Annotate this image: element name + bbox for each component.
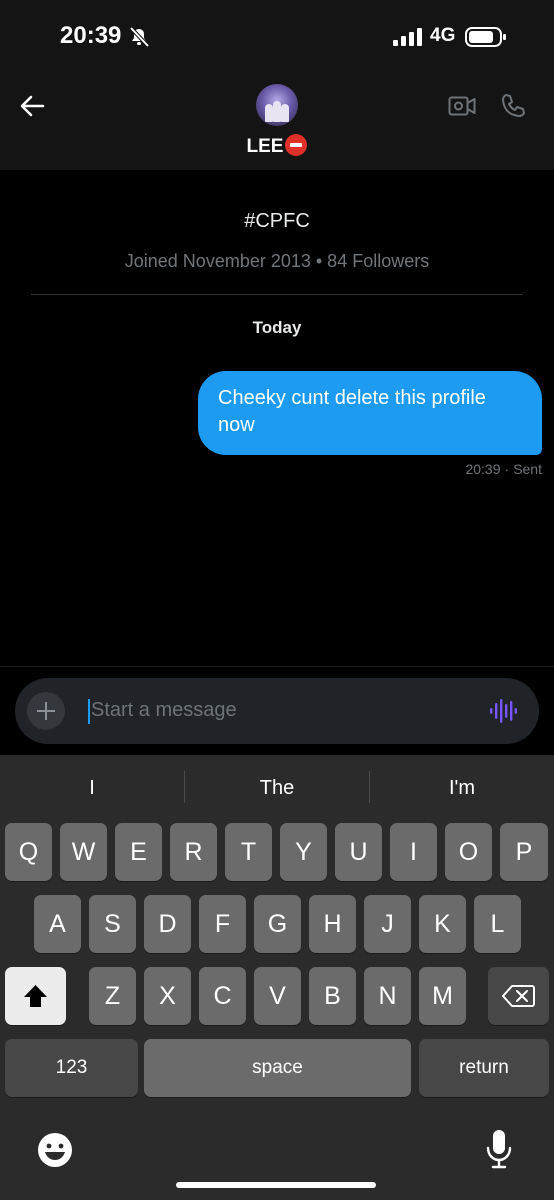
- return-key[interactable]: return: [419, 1039, 549, 1097]
- key-x[interactable]: X: [144, 967, 191, 1025]
- avatar[interactable]: [256, 84, 298, 126]
- key-s[interactable]: S: [89, 895, 136, 953]
- back-arrow-icon[interactable]: [18, 92, 46, 120]
- shift-key[interactable]: [5, 967, 66, 1025]
- message-bubble[interactable]: Cheeky cunt delete this profile now: [198, 371, 542, 455]
- message-composer[interactable]: Start a message: [15, 678, 539, 744]
- status-time: 20:39: [60, 22, 122, 49]
- key-p[interactable]: P: [500, 823, 548, 881]
- message-input[interactable]: Start a message: [91, 699, 237, 722]
- numbers-key[interactable]: 123: [5, 1039, 138, 1097]
- phone-icon[interactable]: [499, 92, 527, 120]
- backspace-icon: [502, 985, 535, 1007]
- message-time: 20:39: [465, 461, 501, 477]
- message-status: Sent: [513, 461, 542, 477]
- voice-message-icon[interactable]: [489, 698, 517, 724]
- stop-sign-emoji: [285, 134, 308, 156]
- conversation-header: LEE: [0, 76, 554, 170]
- emoji-icon[interactable]: [36, 1131, 74, 1169]
- battery-icon: [465, 27, 506, 47]
- key-r[interactable]: R: [170, 823, 217, 881]
- key-m[interactable]: M: [419, 967, 466, 1025]
- network-type: 4G: [430, 25, 456, 46]
- key-a[interactable]: A: [34, 895, 81, 953]
- key-g[interactable]: G: [254, 895, 301, 953]
- key-o[interactable]: O: [445, 823, 492, 881]
- key-w[interactable]: W: [60, 823, 107, 881]
- message-meta: 20:39 · Sent: [465, 461, 542, 477]
- key-q[interactable]: Q: [5, 823, 52, 881]
- separator-dot: ·: [504, 461, 510, 477]
- key-k[interactable]: K: [419, 895, 466, 953]
- signal-icon: [393, 28, 422, 46]
- key-n[interactable]: N: [364, 967, 411, 1025]
- text-caret: [88, 699, 90, 724]
- key-j[interactable]: J: [364, 895, 411, 953]
- key-c[interactable]: C: [199, 967, 246, 1025]
- key-e[interactable]: E: [115, 823, 162, 881]
- profile-meta: Joined November 2013 • 84 Followers: [124, 251, 430, 271]
- space-key[interactable]: space: [144, 1039, 411, 1097]
- home-indicator[interactable]: [176, 1182, 376, 1188]
- suggestion-3[interactable]: I'm: [370, 771, 554, 805]
- key-d[interactable]: D: [144, 895, 191, 953]
- date-label: Today: [252, 318, 302, 337]
- suggestion-1[interactable]: I: [0, 771, 184, 805]
- suggestion-2[interactable]: The: [185, 771, 369, 805]
- video-call-icon[interactable]: [448, 94, 476, 118]
- key-t[interactable]: T: [225, 823, 272, 881]
- key-y[interactable]: Y: [280, 823, 327, 881]
- key-z[interactable]: Z: [89, 967, 136, 1025]
- keyboard: I The I'm Q W E R T Y U I O P A S D F G …: [0, 755, 554, 1200]
- key-f[interactable]: F: [199, 895, 246, 953]
- backspace-key[interactable]: [488, 967, 549, 1025]
- add-attachment-button[interactable]: [27, 692, 65, 730]
- status-bar: 20:39 4G: [0, 0, 554, 76]
- shift-arrow-icon: [24, 985, 47, 1007]
- muted-bell-icon: [129, 26, 150, 48]
- composer-divider: [0, 666, 554, 667]
- divider: [31, 294, 523, 295]
- key-h[interactable]: H: [309, 895, 356, 953]
- key-v[interactable]: V: [254, 967, 301, 1025]
- key-l[interactable]: L: [474, 895, 521, 953]
- key-b[interactable]: B: [309, 967, 356, 1025]
- key-i[interactable]: I: [390, 823, 437, 881]
- contact-name-row[interactable]: LEE: [0, 134, 554, 158]
- dictation-mic-icon[interactable]: [485, 1128, 513, 1170]
- profile-bio: #CPFC: [244, 210, 310, 232]
- contact-name: LEE: [246, 136, 284, 157]
- key-u[interactable]: U: [335, 823, 382, 881]
